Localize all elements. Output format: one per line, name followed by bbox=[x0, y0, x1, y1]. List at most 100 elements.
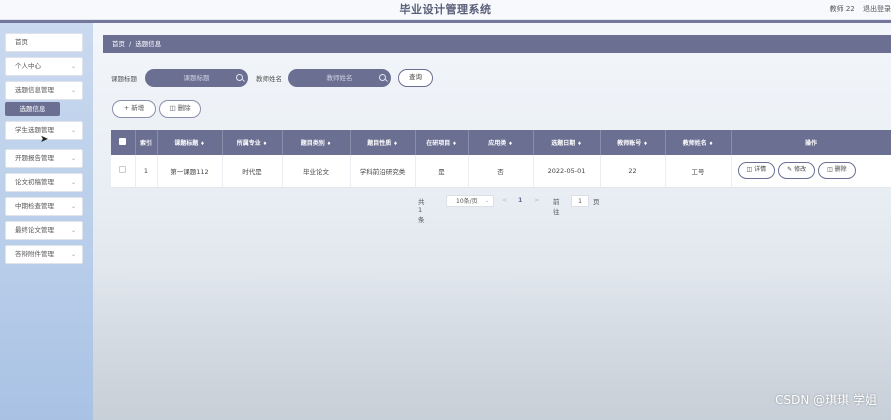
cell-index: 1 bbox=[135, 155, 158, 188]
goto-label: 前往 bbox=[553, 198, 560, 216]
background-decoration bbox=[93, 270, 891, 420]
sidebar-item-midterm-mgmt[interactable]: 中期检查管理 ⌄ bbox=[5, 197, 83, 216]
breadcrumb-separator: / bbox=[129, 40, 132, 48]
chevron-down-icon: ⌄ bbox=[70, 127, 76, 134]
add-button[interactable]: + 新增 bbox=[112, 100, 156, 118]
cell-actions: ◫ 详情 ✎ 修改 ◫ 删除 bbox=[731, 155, 891, 188]
header-divider bbox=[0, 20, 891, 23]
row-checkbox[interactable] bbox=[111, 155, 136, 188]
sidebar-item-label: 学生选题管理 bbox=[15, 126, 54, 134]
sidebar-item-label: 答辩附件管理 bbox=[15, 250, 54, 258]
sidebar-item-topic-info-mgmt[interactable]: 选题信息管理 ⌄ bbox=[5, 81, 83, 100]
chevron-down-icon: ⌄ bbox=[70, 179, 76, 186]
cell-research-project: 是 bbox=[415, 155, 469, 188]
cell-teacher-account: 22 bbox=[600, 155, 666, 188]
sort-icon: ♦ bbox=[708, 141, 714, 147]
cell-applied: 否 bbox=[468, 155, 534, 188]
sort-icon: ♦ bbox=[262, 141, 268, 147]
table-header-row: 索引 课题标题 ♦ 所属专业 ♦ 题目类别 ♦ 题目性质 ♦ 在研项目 ♦ 应用类 ♦ 选题… bbox=[111, 130, 891, 155]
cell-teacher-name: 工号 bbox=[665, 155, 732, 188]
breadcrumb-current: 选题信息 bbox=[135, 40, 162, 48]
column-header[interactable]: 教师姓名 ♦ bbox=[665, 130, 732, 155]
watermark: CSDN @琪琪 学姐 bbox=[775, 393, 877, 407]
search-icon bbox=[379, 74, 386, 81]
sidebar-item-label: 个人中心 bbox=[15, 62, 41, 70]
cell-title: 第一课题112 bbox=[157, 155, 223, 188]
teacher-search-label: 教师姓名 bbox=[256, 75, 282, 83]
sort-icon: ♦ bbox=[393, 141, 398, 147]
column-header[interactable]: 题目性质 ♦ bbox=[350, 130, 416, 155]
sidebar-item-proposal-mgmt[interactable]: 开题报告管理 ⌄ bbox=[5, 149, 83, 168]
goto-page-input[interactable]: 1 bbox=[571, 195, 589, 207]
select-all-checkbox[interactable] bbox=[111, 130, 136, 155]
goto-suffix: 页 bbox=[593, 198, 600, 206]
column-header[interactable]: 所属专业 ♦ bbox=[222, 130, 283, 155]
logout-link[interactable]: 退出登录 bbox=[863, 5, 891, 13]
data-table: 索引 课题标题 ♦ 所属专业 ♦ 题目类别 ♦ 题目性质 ♦ 在研项目 ♦ 应用类 ♦ 选题… bbox=[111, 130, 891, 188]
sidebar-item-personal-center[interactable]: 个人中心 ⌄ bbox=[5, 57, 83, 76]
page-size-value: 10条/页 bbox=[456, 198, 478, 205]
current-user: 教师 22 bbox=[829, 5, 855, 13]
title-search-label: 课题标题 bbox=[111, 75, 137, 83]
chevron-down-icon: ⌄ bbox=[70, 203, 76, 210]
sidebar-item-label: 首页 bbox=[15, 38, 28, 46]
sidebar-item-home[interactable]: 首页 bbox=[5, 33, 83, 52]
next-page-button[interactable]: > bbox=[534, 196, 539, 204]
column-header[interactable]: 教师账号 ♦ bbox=[600, 130, 666, 155]
sort-icon: ♦ bbox=[508, 141, 513, 147]
edit-button[interactable]: ✎ 修改 bbox=[778, 162, 816, 180]
mouse-cursor-icon: ➤ bbox=[40, 134, 49, 145]
sort-icon: ♦ bbox=[452, 141, 457, 147]
chevron-down-icon: ⌄ bbox=[70, 63, 76, 70]
search-icon bbox=[236, 74, 243, 81]
sort-icon: ♦ bbox=[200, 141, 205, 147]
cell-date: 2022-05-01 bbox=[533, 155, 601, 188]
column-header[interactable]: 在研项目 ♦ bbox=[415, 130, 469, 155]
cell-nature: 学科前沿研究类 bbox=[350, 155, 416, 188]
query-button[interactable]: 查询 bbox=[398, 69, 433, 87]
sidebar-item-label: 开题报告管理 bbox=[15, 154, 54, 162]
sidebar-item-label: 论文初稿管理 bbox=[15, 178, 54, 186]
cell-category: 毕业论文 bbox=[282, 155, 351, 188]
sidebar-item-label: 选题信息管理 bbox=[15, 86, 54, 94]
pagination-total: 共 1 条 bbox=[418, 198, 425, 224]
page-size-select[interactable]: 10条/页 ⌄ bbox=[446, 195, 494, 207]
delete-button[interactable]: ◫ 删除 bbox=[159, 100, 201, 118]
detail-button[interactable]: ◫ 详情 bbox=[737, 162, 776, 180]
row-delete-button[interactable]: ◫ 删除 bbox=[818, 162, 856, 180]
table-row: 1 第一课题112 时代是 毕业论文 学科前沿研究类 是 否 2022-05-0… bbox=[111, 155, 891, 188]
sidebar-item-final-thesis-mgmt[interactable]: 最终论文管理 ⌄ bbox=[5, 221, 83, 240]
sidebar-item-draft-mgmt[interactable]: 论文初稿管理 ⌄ bbox=[5, 173, 83, 192]
trash-icon: ◫ bbox=[827, 166, 833, 174]
column-header: 索引 bbox=[135, 130, 158, 155]
chevron-down-icon: ⌄ bbox=[70, 155, 76, 162]
sort-icon: ♦ bbox=[326, 141, 332, 147]
trash-icon: ◫ bbox=[169, 104, 176, 112]
top-header: 毕业设计管理系统 教师 22 退出登录 bbox=[0, 0, 891, 20]
prev-page-button[interactable]: < bbox=[502, 196, 507, 204]
column-header: 操作 bbox=[731, 130, 891, 155]
column-header[interactable]: 应用类 ♦ bbox=[468, 130, 534, 155]
breadcrumb: 首页 / 选题信息 bbox=[103, 35, 891, 53]
column-header[interactable]: 题目类别 ♦ bbox=[282, 130, 351, 155]
title-search-input[interactable] bbox=[145, 69, 248, 87]
app-title: 毕业设计管理系统 bbox=[399, 3, 492, 16]
sort-icon: ♦ bbox=[643, 141, 648, 147]
sidebar-item-defense-attachment-mgmt[interactable]: 答辩附件管理 ⌄ bbox=[5, 245, 83, 264]
breadcrumb-home[interactable]: 首页 bbox=[112, 40, 125, 48]
header-user-area: 教师 22 退出登录 bbox=[824, 4, 891, 14]
sidebar-item-label: 中期检查管理 bbox=[15, 202, 54, 210]
column-header[interactable]: 选题日期 ♦ bbox=[533, 130, 601, 155]
sort-icon: ♦ bbox=[577, 141, 582, 147]
sidebar-subitem-topic-info[interactable]: 选题信息 bbox=[5, 102, 60, 116]
chevron-down-icon: ⌄ bbox=[70, 251, 76, 258]
column-header[interactable]: 课题标题 ♦ bbox=[157, 130, 223, 155]
edit-icon: ✎ bbox=[787, 166, 793, 174]
detail-icon: ◫ bbox=[746, 166, 753, 174]
search-form: 课题标题 教师姓名 查询 bbox=[111, 69, 511, 87]
cell-major: 时代是 bbox=[222, 155, 283, 188]
teacher-search-input[interactable] bbox=[288, 69, 391, 87]
chevron-down-icon: ⌄ bbox=[70, 87, 76, 94]
current-page[interactable]: 1 bbox=[518, 196, 523, 204]
sidebar-item-label: 最终论文管理 bbox=[15, 226, 54, 234]
